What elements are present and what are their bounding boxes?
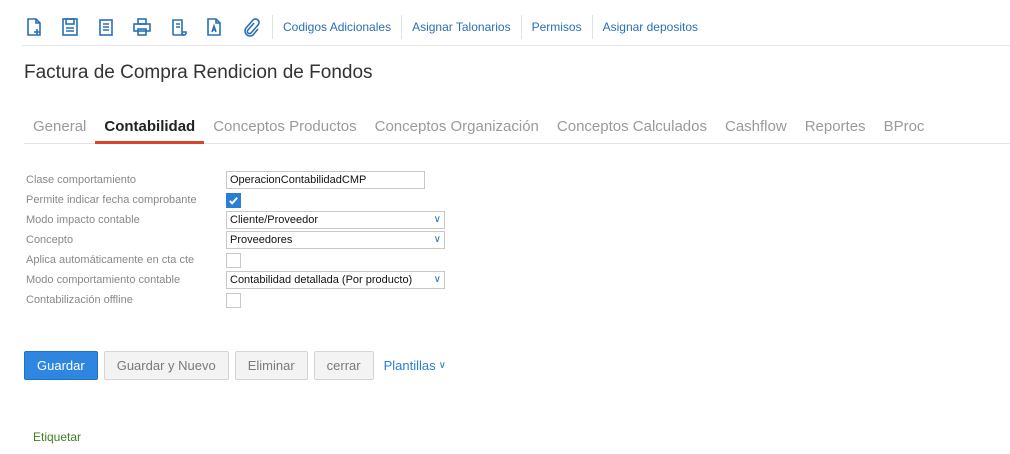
codigos-adicionales-link[interactable]: Codigos Adicionales bbox=[272, 15, 401, 39]
save-button[interactable]: Guardar bbox=[24, 351, 98, 380]
aplica-auto-checkbox[interactable] bbox=[226, 252, 241, 268]
concepto-select[interactable]: Proveedores ∨ bbox=[226, 231, 445, 249]
form-row-offline: Contabilización offline bbox=[26, 290, 445, 310]
chevron-down-icon: ∨ bbox=[433, 214, 441, 225]
print-icon[interactable] bbox=[130, 15, 154, 39]
tab-cashflow[interactable]: Cashflow bbox=[716, 114, 796, 143]
asignar-talonarios-link[interactable]: Asignar Talonarios bbox=[401, 15, 521, 39]
scroll-icon[interactable] bbox=[166, 15, 190, 39]
modo-impacto-select[interactable]: Cliente/Proveedor ∨ bbox=[226, 211, 445, 229]
form-row-concepto: Concepto Proveedores ∨ bbox=[26, 230, 445, 250]
permite-fecha-label: Permite indicar fecha comprobante bbox=[26, 194, 197, 206]
action-bar: Guardar Guardar y Nuevo Eliminar cerrar … bbox=[24, 351, 446, 380]
form-row-permite-fecha: Permite indicar fecha comprobante bbox=[26, 190, 445, 210]
permite-fecha-checkbox[interactable] bbox=[226, 192, 241, 208]
tab-reportes[interactable]: Reportes bbox=[796, 114, 875, 143]
templates-dropdown[interactable]: Plantillas ∨ bbox=[384, 358, 446, 373]
form-row-aplica-auto: Aplica automáticamente en cta cte bbox=[26, 250, 445, 270]
modo-comportamiento-select[interactable]: Contabilidad detallada (Por producto) ∨ bbox=[226, 271, 445, 289]
modo-impacto-label: Modo impacto contable bbox=[26, 214, 140, 226]
form-row-clase: Clase comportamiento OperacionContabilid… bbox=[26, 170, 445, 190]
tab-conceptos-organizacion[interactable]: Conceptos Organización bbox=[366, 114, 548, 143]
attachment-icon[interactable] bbox=[238, 15, 262, 39]
modo-comportamiento-value: Contabilidad detallada (Por producto) bbox=[230, 274, 413, 286]
chevron-down-icon: ∨ bbox=[438, 360, 446, 371]
offline-label: Contabilización offline bbox=[26, 294, 133, 306]
concepto-label: Concepto bbox=[26, 234, 74, 246]
chevron-down-icon: ∨ bbox=[433, 234, 441, 245]
form-row-modo-impacto: Modo impacto contable Cliente/Proveedor … bbox=[26, 210, 445, 230]
toolbar-divider bbox=[22, 45, 1010, 46]
templates-label: Plantillas bbox=[383, 358, 436, 373]
asignar-depositos-link[interactable]: Asignar depositos bbox=[591, 15, 708, 39]
modo-comportamiento-label: Modo comportamiento contable bbox=[26, 274, 181, 286]
tab-general[interactable]: General bbox=[24, 114, 95, 143]
contabilidad-form: Clase comportamiento OperacionContabilid… bbox=[26, 170, 445, 310]
clase-comportamiento-label: Clase comportamiento bbox=[26, 174, 137, 186]
save-icon[interactable] bbox=[58, 15, 82, 39]
checkmark-icon bbox=[229, 196, 238, 205]
page-title: Factura de Compra Rendicion de Fondos bbox=[24, 62, 373, 83]
save-and-new-button[interactable]: Guardar y Nuevo bbox=[103, 351, 229, 380]
permisos-link[interactable]: Permisos bbox=[520, 15, 592, 39]
chevron-down-icon: ∨ bbox=[433, 274, 441, 285]
aplica-auto-label: Aplica automáticamente en cta cte bbox=[26, 254, 195, 266]
delete-button[interactable]: Eliminar bbox=[234, 351, 308, 380]
toolbar: Codigos Adicionales Asignar Talonarios P… bbox=[22, 14, 708, 40]
text-doc-icon[interactable] bbox=[202, 15, 226, 39]
form-row-modo-comportamiento: Modo comportamiento contable Contabilida… bbox=[26, 270, 445, 290]
close-button[interactable]: cerrar bbox=[313, 351, 374, 380]
new-doc-icon[interactable] bbox=[22, 15, 46, 39]
tab-bar: General Contabilidad Conceptos Productos… bbox=[24, 114, 1010, 144]
tab-bproc[interactable]: BProc bbox=[875, 114, 934, 143]
concepto-value: Proveedores bbox=[230, 234, 293, 246]
tab-conceptos-calculados[interactable]: Conceptos Calculados bbox=[548, 114, 716, 143]
tag-link[interactable]: Etiquetar bbox=[33, 430, 81, 444]
offline-checkbox[interactable] bbox=[226, 292, 241, 308]
tab-contabilidad[interactable]: Contabilidad bbox=[95, 114, 205, 144]
clase-comportamiento-input[interactable]: OperacionContabilidadCMP bbox=[226, 171, 425, 189]
document-list-icon[interactable] bbox=[94, 15, 118, 39]
tab-conceptos-productos[interactable]: Conceptos Productos bbox=[204, 114, 365, 143]
modo-impacto-value: Cliente/Proveedor bbox=[230, 214, 319, 226]
